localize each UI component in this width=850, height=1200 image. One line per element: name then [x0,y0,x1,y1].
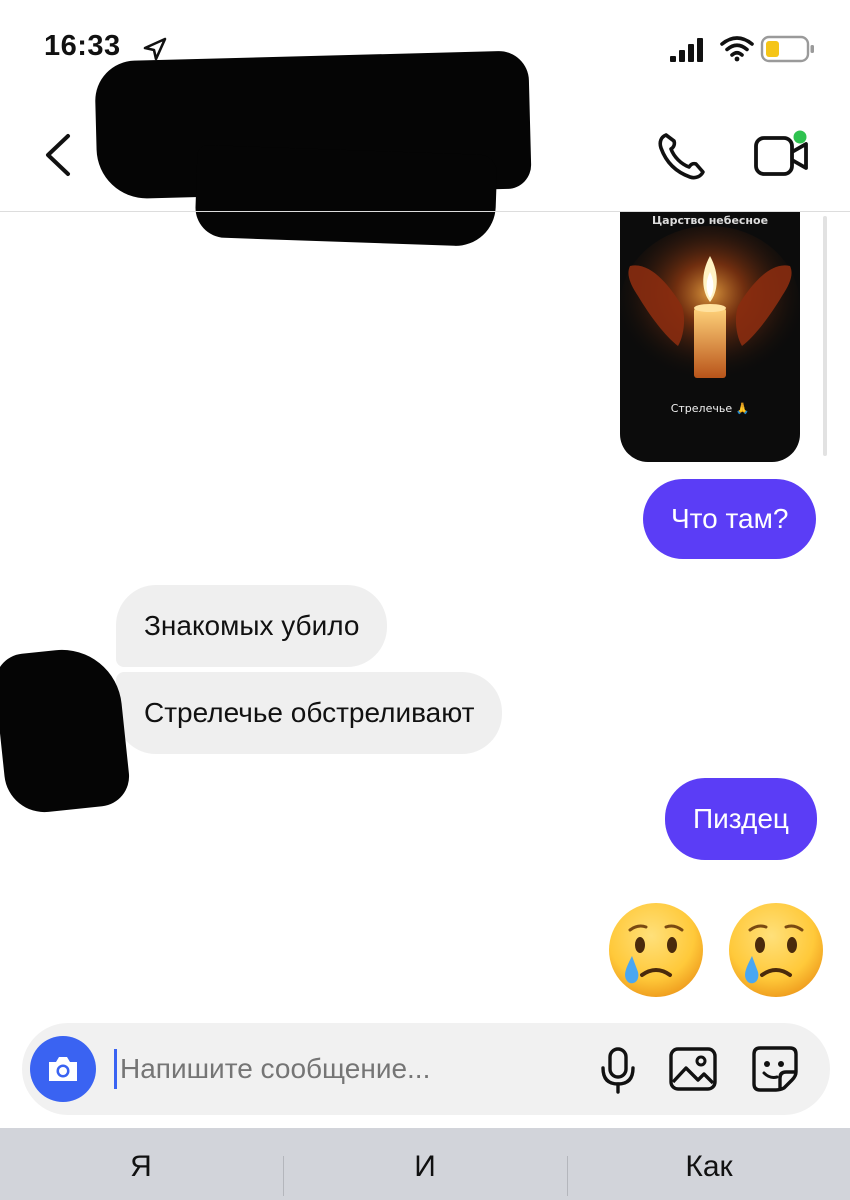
message-text: Знакомых убило [144,610,360,641]
emoji-message[interactable] [606,900,830,1000]
outgoing-message-bubble[interactable]: Пиздец [665,778,817,860]
wifi-icon [720,36,754,62]
gallery-icon[interactable] [668,1046,718,1092]
incoming-message-bubble[interactable]: Стрелечье обстреливают [116,672,503,754]
scrollbar[interactable] [823,216,827,456]
suggestion-item[interactable]: Я [0,1150,282,1200]
cellular-signal-icon [670,38,703,62]
suggestion-item[interactable]: И [284,1150,566,1200]
message-text: Что там? [671,503,789,534]
chevron-left-icon[interactable] [38,130,78,180]
sticker-icon[interactable] [750,1044,800,1094]
message-text: Стрелечье обстреливают [144,697,475,728]
message-text: Пиздец [693,803,789,834]
candle-image [620,226,800,406]
incoming-message-bubble[interactable]: Знакомых убило [116,585,388,667]
suggestion-item[interactable]: Как [568,1150,850,1200]
message-input[interactable] [120,1050,580,1088]
redacted-avatar [0,643,133,817]
phone-icon[interactable] [654,130,710,182]
status-time: 16:33 [44,30,121,62]
crying-face-icon [729,903,823,997]
camera-icon[interactable] [44,1050,82,1088]
outgoing-message-bubble[interactable]: Что там? [643,479,817,559]
battery-icon [760,35,814,63]
microphone-icon[interactable] [598,1046,638,1096]
location-arrow-icon [143,37,167,61]
crying-face-icon [609,903,703,997]
redaction-mark-title [194,144,498,248]
video-camera-icon[interactable] [752,128,812,182]
story-reply-preview[interactable]: Царство небесное Стрелечье 🙏 [620,212,800,462]
story-caption: Стрелечье 🙏 [670,402,750,415]
text-caret [114,1049,117,1089]
